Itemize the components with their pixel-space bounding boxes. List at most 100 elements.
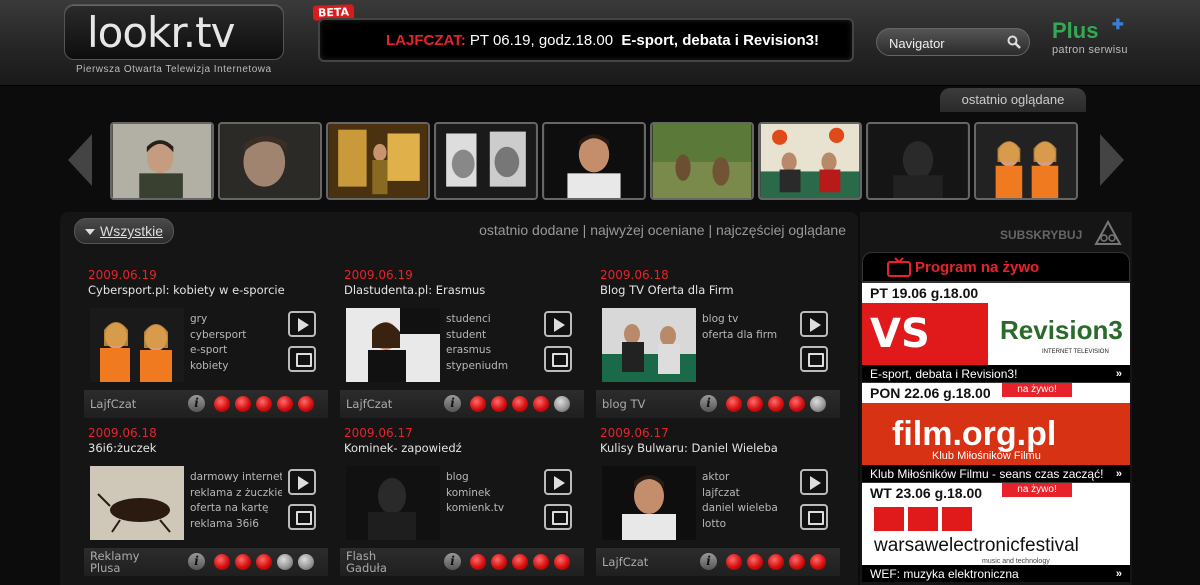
carousel-thumb[interactable] [974,122,1078,200]
subscribe-link[interactable]: SUBSKRYBUJ [1000,228,1082,242]
video-thumbnail[interactable] [90,466,184,540]
rating-star-filled-icon[interactable] [235,396,251,412]
video-title[interactable]: Blog TV Oferta dla Firm [600,283,840,297]
info-icon[interactable]: i [700,553,717,570]
rating-star-empty-icon[interactable] [277,554,293,570]
search-input[interactable] [889,34,999,52]
rating-star-filled-icon[interactable] [256,554,272,570]
video-thumbnail[interactable] [346,466,440,540]
video-thumbnail[interactable] [602,466,696,540]
sponsor-logo[interactable]: Plus [1052,18,1098,44]
fullscreen-button[interactable] [288,346,316,372]
more-icon[interactable]: » [1116,565,1122,582]
rating-star-filled-icon[interactable] [512,554,528,570]
rating-star-filled-icon[interactable] [277,396,293,412]
video-channel[interactable]: LajfCzat [602,556,672,568]
carousel-thumb[interactable] [218,122,322,200]
sort-recent-link[interactable]: ostatnio dodane [479,222,579,238]
rating-stars[interactable] [470,554,575,570]
live-program-item[interactable]: WT 23.06 g.18.00 na żywo! warsawelectron… [862,482,1130,582]
rating-star-filled-icon[interactable] [768,554,784,570]
rating-star-filled-icon[interactable] [491,396,507,412]
live-program-item[interactable]: PT 19.06 g.18.00 VS Revision3 INTERNET T… [862,282,1130,382]
rating-star-filled-icon[interactable] [214,554,230,570]
play-button[interactable] [800,469,828,495]
rating-star-filled-icon[interactable] [726,554,742,570]
sort-top-rated-link[interactable]: najwyżej oceniane [590,222,704,238]
fullscreen-button[interactable] [800,346,828,372]
rating-star-filled-icon[interactable] [470,554,486,570]
video-channel[interactable]: Reklamy Plusa [90,550,160,574]
carousel-thumb[interactable] [110,122,214,200]
rating-star-filled-icon[interactable] [256,396,272,412]
rating-star-filled-icon[interactable] [726,396,742,412]
filter-dropdown[interactable]: Wszystkie [74,218,174,244]
rating-star-filled-icon[interactable] [789,554,805,570]
rating-star-empty-icon[interactable] [298,554,314,570]
rating-star-filled-icon[interactable] [789,396,805,412]
rating-star-filled-icon[interactable] [214,396,230,412]
carousel-thumb[interactable] [866,122,970,200]
rating-star-filled-icon[interactable] [533,554,549,570]
carousel-thumb[interactable] [326,122,430,200]
info-icon[interactable]: i [188,553,205,570]
info-icon[interactable]: i [700,395,717,412]
rating-star-filled-icon[interactable] [747,396,763,412]
more-icon[interactable]: » [1116,465,1122,482]
rating-stars[interactable] [726,554,831,570]
rating-star-filled-icon[interactable] [491,554,507,570]
rating-star-filled-icon[interactable] [235,554,251,570]
live-ticker[interactable]: LAJFCZAT: PT 06.19, godz.18.00 E-sport, … [318,18,854,62]
video-channel[interactable]: Flash Gaduła [346,550,416,574]
sort-most-watched-link[interactable]: najczęściej oglądane [716,222,846,238]
carousel-thumb[interactable] [758,122,862,200]
rss-icon[interactable] [1094,220,1122,246]
play-button[interactable] [800,311,828,337]
tab-recently-watched[interactable]: ostatnio oglądane [940,88,1086,112]
fullscreen-button[interactable] [544,346,572,372]
video-title[interactable]: Dlastudenta.pl: Erasmus [344,283,584,297]
rating-star-filled-icon[interactable] [554,554,570,570]
rating-stars[interactable] [214,396,319,412]
fullscreen-button[interactable] [800,504,828,530]
video-channel[interactable]: LajfCzat [90,398,160,410]
rating-stars[interactable] [726,396,831,412]
info-icon[interactable]: i [188,395,205,412]
carousel-thumb[interactable] [542,122,646,200]
rating-stars[interactable] [470,396,575,412]
rating-star-filled-icon[interactable] [298,396,314,412]
play-button[interactable] [288,469,316,495]
video-title[interactable]: 36i6:żuczek [88,441,328,455]
video-thumbnail[interactable] [602,308,696,382]
live-program-banner[interactable]: VS Revision3 INTERNET TELEVISION [862,303,1130,365]
play-button[interactable] [544,311,572,337]
rating-star-filled-icon[interactable] [768,396,784,412]
rating-stars[interactable] [214,554,319,570]
carousel-thumb[interactable] [650,122,754,200]
play-button[interactable] [544,469,572,495]
rating-star-filled-icon[interactable] [810,554,826,570]
rating-star-filled-icon[interactable] [470,396,486,412]
carousel-next-icon[interactable] [1100,134,1124,186]
fullscreen-button[interactable] [544,504,572,530]
fullscreen-button[interactable] [288,504,316,530]
play-button[interactable] [288,311,316,337]
live-program-banner[interactable]: film.org.pl Klub Miłośników Filmu [862,403,1130,465]
site-logo[interactable]: lookr.tv BETA [64,4,355,60]
rating-star-filled-icon[interactable] [533,396,549,412]
video-title[interactable]: Cybersport.pl: kobiety w e-sporcie [88,283,328,297]
carousel-thumb[interactable] [434,122,538,200]
live-program-banner[interactable]: warsawelectronicfestival music and techn… [862,503,1130,565]
info-icon[interactable]: i [444,395,461,412]
live-program-item[interactable]: PON 22.06 g.18.00 na żywo! film.org.pl K… [862,382,1130,482]
carousel-prev-icon[interactable] [68,134,92,186]
video-thumbnail[interactable] [90,308,184,382]
video-title[interactable]: Kulisy Bulwaru: Daniel Wieleba [600,441,840,455]
rating-star-empty-icon[interactable] [554,396,570,412]
video-title[interactable]: Kominek- zapowiedź [344,441,584,455]
info-icon[interactable]: i [444,553,461,570]
rating-star-filled-icon[interactable] [747,554,763,570]
video-channel[interactable]: blog TV [602,398,672,410]
search-icon[interactable] [1007,35,1021,49]
rating-star-filled-icon[interactable] [512,396,528,412]
